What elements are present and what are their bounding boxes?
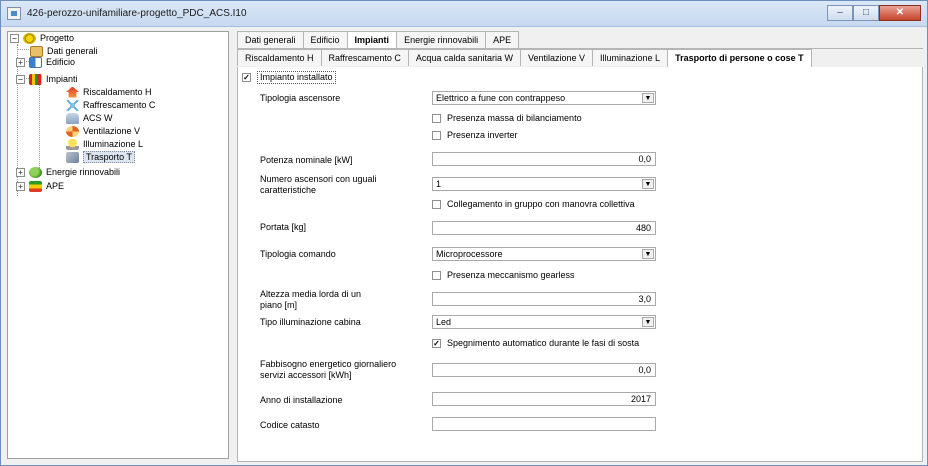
potenza-nominale-label: Potenza nominale [kW] xyxy=(260,155,353,165)
app-icon xyxy=(7,7,21,20)
tree-item-progetto[interactable]: − Progetto xyxy=(10,32,74,44)
tab-trasporto[interactable]: Trasporto di persone o cose T xyxy=(667,49,812,67)
checkbox-box[interactable] xyxy=(432,271,441,280)
inverter-checkbox[interactable]: Presenza inverter xyxy=(432,130,518,141)
form-panel: ✓ Impianto installato Tipologia ascensor… xyxy=(237,67,923,462)
snowflake-icon xyxy=(66,99,79,111)
checkbox-box[interactable] xyxy=(432,114,441,123)
anno-installazione-field[interactable]: 2017 xyxy=(432,392,656,406)
expand-icon[interactable]: + xyxy=(16,167,25,177)
tree-item-ape[interactable]: + APE xyxy=(16,180,64,192)
caption-buttons: – □ ✕ xyxy=(827,5,921,21)
plants-icon xyxy=(29,73,42,85)
numero-ascensori-label: Numero ascensori con uguali caratteristi… xyxy=(260,174,377,195)
tree-item-edificio[interactable]: + Edificio xyxy=(16,56,75,68)
tree-item-raffrescamento[interactable]: Raffrescamento C xyxy=(66,99,155,111)
lightbulb-icon xyxy=(66,138,79,150)
altezza-media-label: Altezza media lorda di un piano [m] xyxy=(260,289,362,310)
tipologia-ascensore-label: Tipologia ascensore xyxy=(260,93,341,103)
maximize-button[interactable]: □ xyxy=(853,5,879,21)
tree-item-ventilazione[interactable]: Ventilazione V xyxy=(66,125,140,137)
detail-pane: Dati generali Edificio Impianti Energie … xyxy=(237,30,923,462)
tab-riscaldamento[interactable]: Riscaldamento H xyxy=(237,49,322,66)
collapse-icon[interactable]: − xyxy=(16,74,25,84)
portata-label: Portata [kg] xyxy=(260,222,307,232)
expand-icon[interactable]: + xyxy=(16,181,25,191)
codice-catasto-field[interactable] xyxy=(432,417,656,431)
tipologia-comando-select[interactable]: Microprocessore ▼ xyxy=(432,247,656,261)
fabbisogno-label: Fabbisogno energetico giornaliero serviz… xyxy=(260,359,397,380)
anno-installazione-label: Anno di installazione xyxy=(260,395,343,405)
tab-illuminazione[interactable]: Illuminazione L xyxy=(592,49,669,66)
application-window: 426-perozzo-unifamiliare-progetto_PDC_AC… xyxy=(0,0,928,466)
tab-acqua-calda-sanitaria[interactable]: Acqua calda sanitaria W xyxy=(407,49,521,66)
gearless-checkbox[interactable]: Presenza meccanismo gearless xyxy=(432,270,575,281)
tipo-illuminazione-select[interactable]: Led ▼ xyxy=(432,315,656,329)
main-tabs: Dati generali Edificio Impianti Energie … xyxy=(237,31,520,49)
tab-energie-rinnovabili[interactable]: Energie rinnovabili xyxy=(396,31,487,48)
impianto-installato-checkbox[interactable]: ✓ Impianto installato xyxy=(242,71,336,84)
portata-field[interactable]: 480 xyxy=(432,221,656,235)
tipologia-ascensore-select[interactable]: Elettrico a fune con contrappeso ▼ xyxy=(432,91,656,105)
tree-item-illuminazione[interactable]: Illuminazione L xyxy=(66,138,143,150)
tree-item-riscaldamento[interactable]: Riscaldamento H xyxy=(66,86,152,98)
numero-ascensori-select[interactable]: 1 ▼ xyxy=(432,177,656,191)
massa-bilanciamento-checkbox[interactable]: Presenza massa di bilanciamento xyxy=(432,113,582,124)
tree-line xyxy=(39,84,40,170)
chevron-down-icon[interactable]: ▼ xyxy=(642,93,654,103)
energy-label-icon xyxy=(29,180,42,192)
tree-line xyxy=(17,49,29,50)
tree-item-impianti[interactable]: − Impianti xyxy=(16,73,78,85)
chevron-down-icon[interactable]: ▼ xyxy=(642,179,654,189)
minimize-button[interactable]: – xyxy=(827,5,853,21)
altezza-media-field[interactable]: 3,0 xyxy=(432,292,656,306)
fabbisogno-field[interactable]: 0,0 xyxy=(432,363,656,377)
fan-icon xyxy=(66,125,79,137)
checkbox-box[interactable] xyxy=(432,200,441,209)
window-title: 426-perozzo-unifamiliare-progetto_PDC_AC… xyxy=(27,8,247,19)
chevron-down-icon[interactable]: ▼ xyxy=(642,249,654,259)
chevron-down-icon[interactable]: ▼ xyxy=(642,317,654,327)
tab-edificio[interactable]: Edificio xyxy=(302,31,348,48)
checkbox-box[interactable] xyxy=(432,131,441,140)
title-bar[interactable]: 426-perozzo-unifamiliare-progetto_PDC_AC… xyxy=(1,1,927,27)
collegamento-gruppo-checkbox[interactable]: Collegamento in gruppo con manovra colle… xyxy=(432,199,635,210)
tree-item-acs[interactable]: ACS W xyxy=(66,112,113,124)
elevator-icon xyxy=(66,151,79,163)
tab-ventilazione[interactable]: Ventilazione V xyxy=(519,49,594,66)
project-tree[interactable]: − Progetto Dati generali + Edificio − Im… xyxy=(7,31,229,459)
tipo-illuminazione-label: Tipo illuminazione cabina xyxy=(260,317,361,327)
sub-tabs: Riscaldamento H Raffrescamento C Acqua c… xyxy=(237,49,812,67)
document-icon xyxy=(30,45,43,57)
expand-icon[interactable]: + xyxy=(16,57,25,67)
tab-ape[interactable]: APE xyxy=(485,31,520,48)
spegnimento-checkbox[interactable]: ✓ Spegnimento automatico durante le fasi… xyxy=(432,338,639,349)
tree-item-energie-rinnovabili[interactable]: + Energie rinnovabili xyxy=(16,166,120,178)
checkbox-box[interactable]: ✓ xyxy=(432,339,441,348)
close-button[interactable]: ✕ xyxy=(879,5,921,21)
potenza-nominale-field[interactable]: 0,0 xyxy=(432,152,656,166)
faucet-icon xyxy=(66,112,79,124)
tab-raffrescamento[interactable]: Raffrescamento C xyxy=(320,49,409,66)
tipologia-comando-label: Tipologia comando xyxy=(260,249,336,259)
tab-impianti[interactable]: Impianti xyxy=(346,31,398,49)
leaf-icon xyxy=(29,166,42,178)
heating-house-icon xyxy=(66,86,79,98)
tree-item-trasporto[interactable]: Trasporto T xyxy=(66,151,136,163)
building-icon xyxy=(29,56,42,68)
codice-catasto-label: Codice catasto xyxy=(260,420,320,430)
collapse-icon[interactable]: − xyxy=(10,33,19,43)
tab-dati-generali[interactable]: Dati generali xyxy=(237,31,304,48)
checkbox-box[interactable]: ✓ xyxy=(242,73,251,82)
project-gear-icon xyxy=(23,32,36,44)
